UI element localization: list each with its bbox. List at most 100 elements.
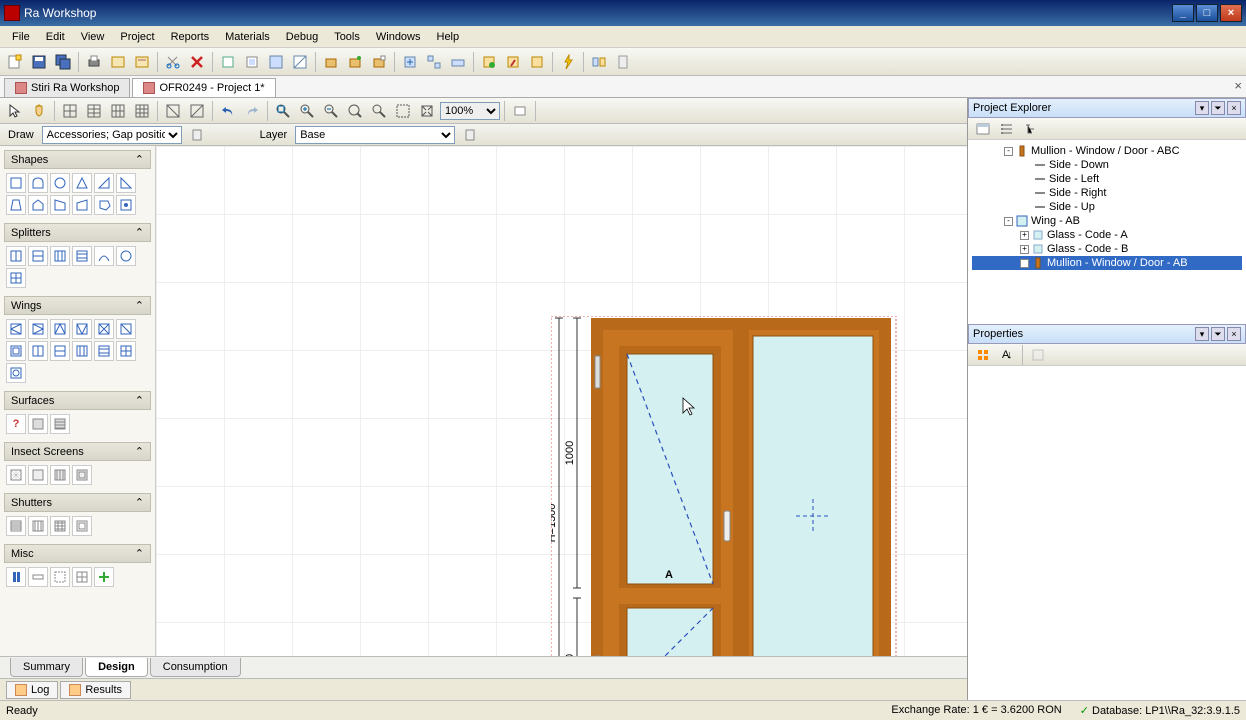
tree-node[interactable]: Side - Left (972, 172, 1242, 186)
splitter-circle[interactable] (116, 246, 136, 266)
shape-circle[interactable] (50, 173, 70, 193)
tree-node[interactable]: Side - Right (972, 186, 1242, 200)
wing-10[interactable] (72, 341, 92, 361)
minimize-button[interactable]: _ (1172, 4, 1194, 22)
log-tab[interactable]: Log (6, 681, 58, 699)
shape-triangle[interactable] (72, 173, 92, 193)
tree-node[interactable]: Side - Down (972, 158, 1242, 172)
menu-help[interactable]: Help (429, 28, 468, 46)
wing-4[interactable] (72, 319, 92, 339)
tool-button-6[interactable] (131, 51, 153, 73)
shapes-header[interactable]: Shapes⌃ (4, 150, 151, 169)
tree-toggle[interactable]: + (1020, 245, 1029, 254)
grid-tool-2[interactable] (83, 100, 105, 122)
insect-header[interactable]: Insect Screens⌃ (4, 442, 151, 461)
shutter-3[interactable] (50, 516, 70, 536)
zoom-tool-7[interactable] (416, 100, 438, 122)
tool-button-19[interactable] (478, 51, 500, 73)
surface-3[interactable] (50, 414, 70, 434)
prop-tool-3[interactable] (1027, 344, 1049, 366)
properties-grid[interactable] (968, 366, 1246, 700)
splitter-v[interactable] (6, 246, 26, 266)
surface-help[interactable]: ? (6, 414, 26, 434)
redo-button[interactable] (241, 100, 263, 122)
new-project-button[interactable] (4, 51, 26, 73)
tool-button-24[interactable] (612, 51, 634, 73)
pe-tool-2[interactable] (996, 118, 1018, 140)
prop-pin-button[interactable]: ⏷ (1211, 327, 1225, 341)
menu-view[interactable]: View (73, 28, 113, 46)
shutter-1[interactable] (6, 516, 26, 536)
zoom-out-button[interactable] (320, 100, 342, 122)
wing-1[interactable] (6, 319, 26, 339)
misc-3[interactable] (50, 567, 70, 587)
wing-5[interactable] (94, 319, 114, 339)
grid-tool-6[interactable] (186, 100, 208, 122)
insect-4[interactable] (72, 465, 92, 485)
tree-toggle[interactable]: + (1020, 259, 1029, 268)
splitters-header[interactable]: Splitters⌃ (4, 223, 151, 242)
wing-3[interactable] (50, 319, 70, 339)
tree-node[interactable]: +Glass - Code - B (972, 242, 1242, 256)
wing-6[interactable] (116, 319, 136, 339)
surface-2[interactable] (28, 414, 48, 434)
layer-combo[interactable]: Base (295, 126, 455, 144)
tool-button-15[interactable] (368, 51, 390, 73)
wing-7[interactable] (6, 341, 26, 361)
shape-ltri[interactable] (116, 173, 136, 193)
pe-close-button[interactable]: × (1227, 101, 1241, 115)
wings-header[interactable]: Wings⌃ (4, 296, 151, 315)
view-tool[interactable] (509, 100, 531, 122)
menu-file[interactable]: File (4, 28, 38, 46)
shape-custom[interactable] (116, 195, 136, 215)
wing-12[interactable] (116, 341, 136, 361)
wing-2[interactable] (28, 319, 48, 339)
wing-9[interactable] (50, 341, 70, 361)
misc-4[interactable] (72, 567, 92, 587)
cut-button[interactable] (162, 51, 184, 73)
grid-tool-5[interactable] (162, 100, 184, 122)
pe-tool-1[interactable] (972, 118, 994, 140)
menu-tools[interactable]: Tools (326, 28, 368, 46)
menu-edit[interactable]: Edit (38, 28, 73, 46)
shape-quad1[interactable] (50, 195, 70, 215)
bottom-tab-consumption[interactable]: Consumption (150, 658, 241, 677)
layer-opts-button[interactable] (459, 124, 481, 146)
insect-1[interactable] (6, 465, 26, 485)
tree-node[interactable]: +Glass - Code - A (972, 228, 1242, 242)
zoom-tool-5[interactable] (368, 100, 390, 122)
shape-rect[interactable] (6, 173, 26, 193)
maximize-button[interactable]: □ (1196, 4, 1218, 22)
tree-node[interactable]: Side - Up (972, 200, 1242, 214)
menu-reports[interactable]: Reports (163, 28, 218, 46)
undo-button[interactable] (217, 100, 239, 122)
zoom-in-button[interactable] (296, 100, 318, 122)
tree-toggle[interactable]: + (1020, 231, 1029, 240)
tree-toggle[interactable]: - (1004, 147, 1013, 156)
pointer-tool[interactable] (4, 100, 26, 122)
misc-header[interactable]: Misc⌃ (4, 544, 151, 563)
zoom-select-button[interactable] (392, 100, 414, 122)
insect-3[interactable] (50, 465, 70, 485)
insect-2[interactable] (28, 465, 48, 485)
lightning-button[interactable] (557, 51, 579, 73)
close-tab-button[interactable]: × (1234, 78, 1242, 93)
wing-13[interactable] (6, 363, 26, 383)
pe-tool-3[interactable] (1020, 118, 1042, 140)
menu-project[interactable]: Project (112, 28, 162, 46)
prop-tool-1[interactable] (972, 344, 994, 366)
grid-tool-3[interactable] (107, 100, 129, 122)
grid-tool-1[interactable] (59, 100, 81, 122)
splitter-arc[interactable] (94, 246, 114, 266)
splitter-vv[interactable] (50, 246, 70, 266)
doc-tab-stiri[interactable]: Stiri Ra Workshop (4, 78, 130, 97)
tool-button-5[interactable] (107, 51, 129, 73)
wing-11[interactable] (94, 341, 114, 361)
design-canvas[interactable]: A B C H=1500 1000 500 550 550 (156, 146, 967, 656)
save-button[interactable] (28, 51, 50, 73)
tree-node[interactable]: +Mullion - Window / Door - AB (972, 256, 1242, 270)
shape-arch[interactable] (28, 173, 48, 193)
splitter-grid[interactable] (6, 268, 26, 288)
tree-toggle[interactable]: - (1004, 217, 1013, 226)
zoom-fit-button[interactable] (272, 100, 294, 122)
